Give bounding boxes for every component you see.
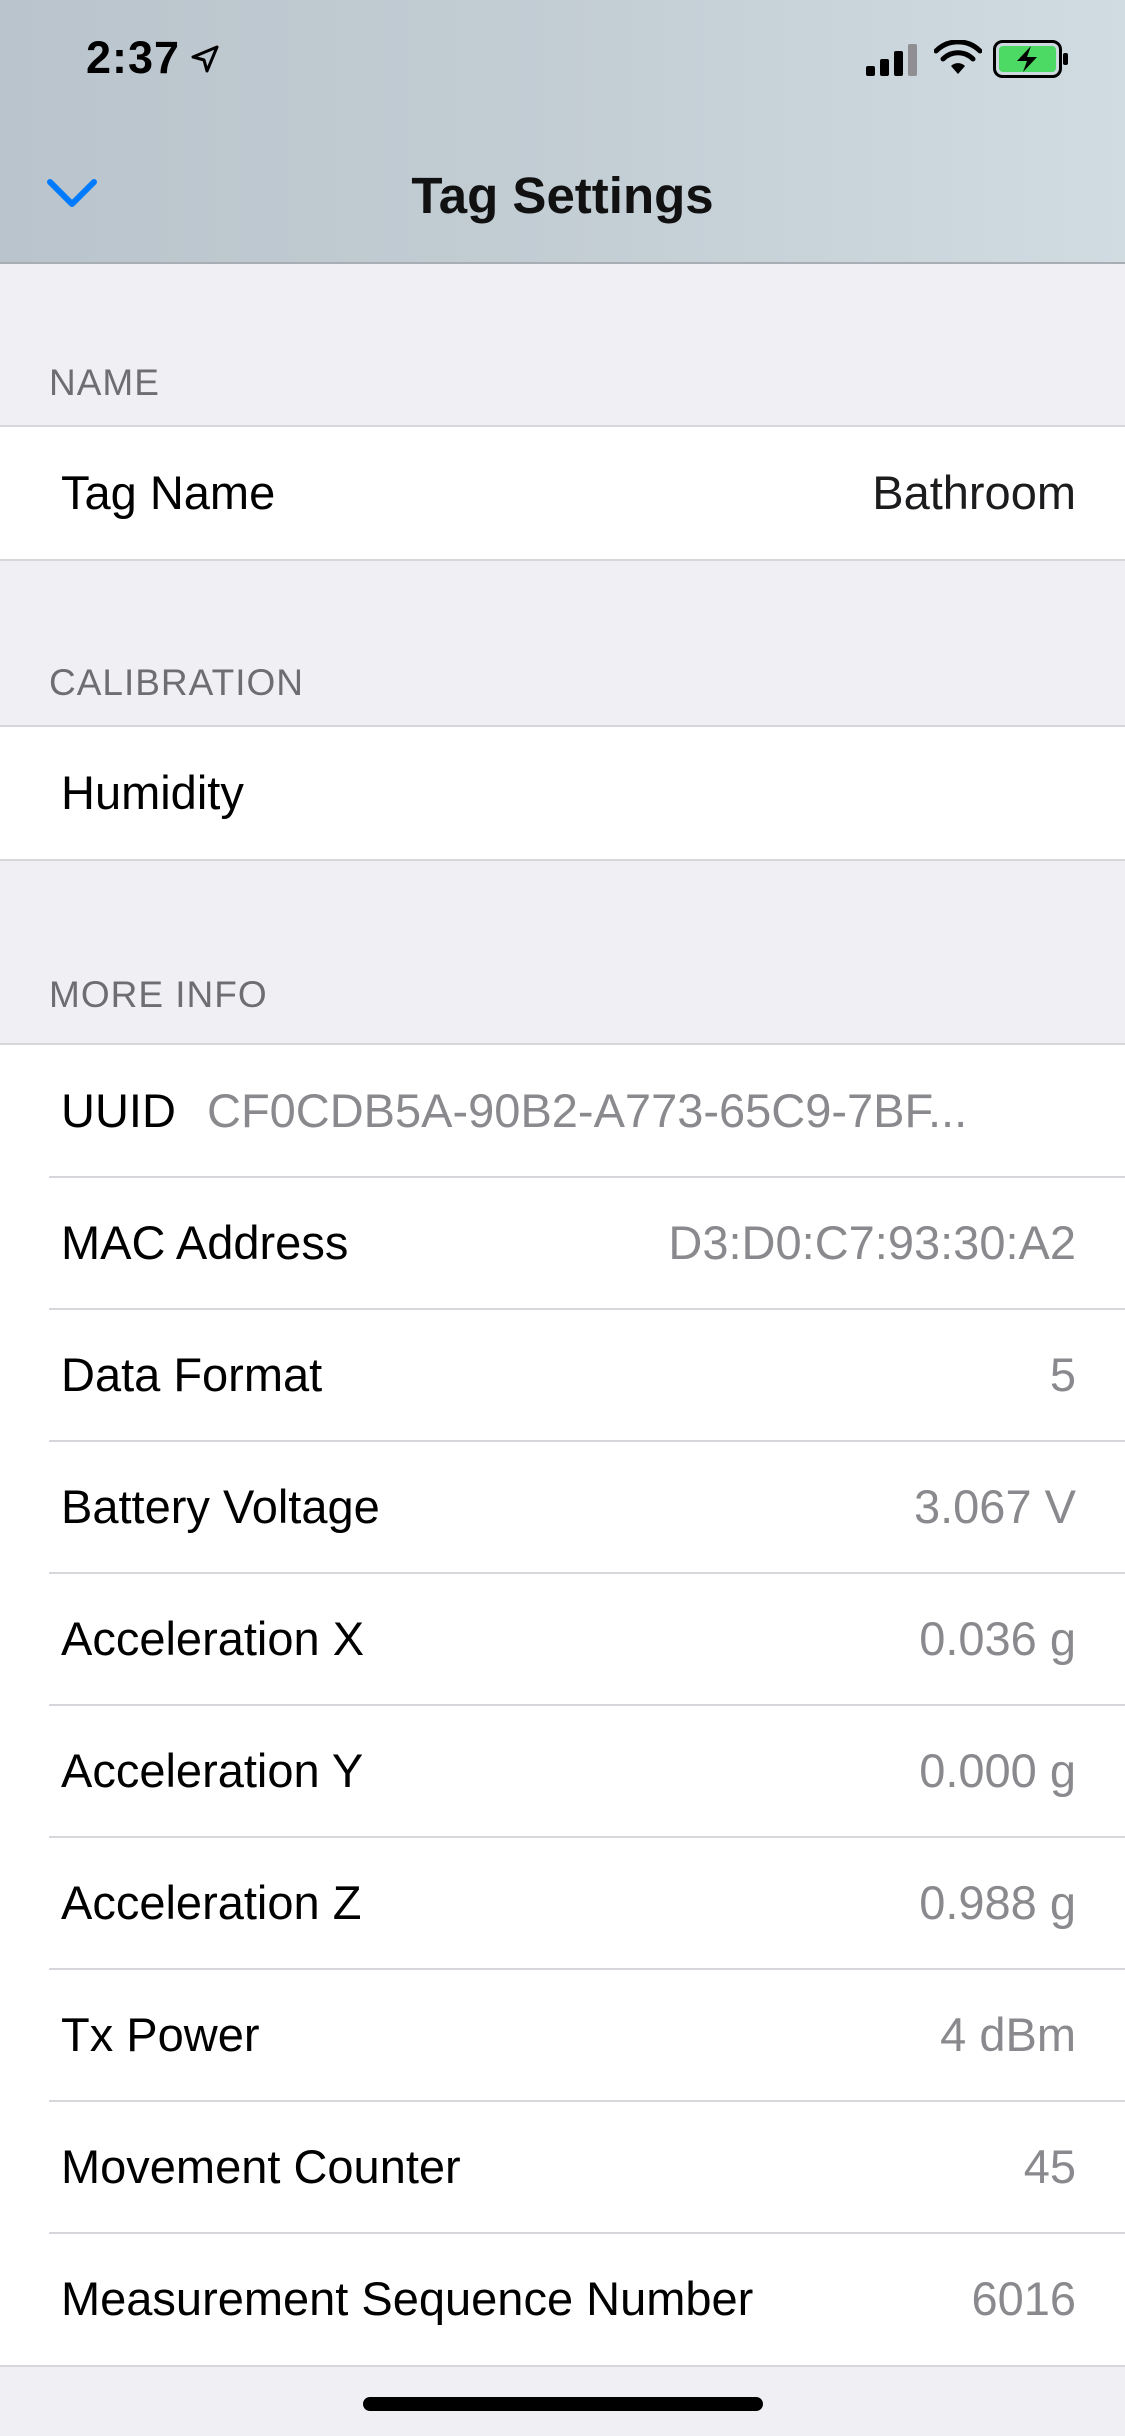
mac-address-value: D3:D0:C7:93:30:A2 xyxy=(668,1216,1076,1269)
movement-counter-row: Movement Counter 45 xyxy=(0,2100,1125,2233)
section-header-more-info: MORE INFO xyxy=(49,974,268,1015)
battery-charging-icon xyxy=(993,40,1068,78)
calibration-group: Humidity xyxy=(0,725,1125,861)
uuid-row: UUID CF0CDB5A-90B2-A773-65C9-7BF... xyxy=(0,1045,1125,1177)
movement-counter-value: 45 xyxy=(1023,2140,1076,2193)
uuid-value: CF0CDB5A-90B2-A773-65C9-7BF... xyxy=(207,1084,968,1137)
data-format-row: Data Format 5 xyxy=(0,1308,1125,1441)
row-label: Acceleration Z xyxy=(61,1876,362,1929)
row-label: Tag Name xyxy=(61,466,276,519)
acceleration-x-row: Acceleration X 0.036 g xyxy=(0,1572,1125,1705)
tag-name-value[interactable]: Bathroom xyxy=(872,427,1076,559)
row-label: Data Format xyxy=(61,1348,323,1401)
tx-power-row: Tx Power 4 dBm xyxy=(0,1968,1125,2101)
section-header-calibration: CALIBRATION xyxy=(49,662,304,703)
wifi-icon xyxy=(934,40,982,74)
row-label: Acceleration Y xyxy=(61,1744,364,1797)
row-label: Battery Voltage xyxy=(61,1480,380,1533)
home-indicator[interactable] xyxy=(363,2397,763,2411)
name-group: Tag Name Bathroom xyxy=(0,425,1125,561)
humidity-row[interactable]: Humidity xyxy=(0,727,1125,859)
row-label: Humidity xyxy=(61,766,244,819)
page-title: Tag Settings xyxy=(411,167,714,224)
battery-voltage-value: 3.067 V xyxy=(913,1480,1076,1533)
acceleration-y-value: 0.000 g xyxy=(919,1744,1076,1797)
measurement-sequence-number-row: Measurement Sequence Number 6016 xyxy=(0,2232,1125,2365)
tag-name-row[interactable]: Tag Name Bathroom xyxy=(0,427,1125,559)
acceleration-z-value: 0.988 g xyxy=(919,1876,1076,1929)
section-header-name: NAME xyxy=(49,362,160,403)
row-label: MAC Address xyxy=(61,1216,349,1269)
row-label: Tx Power xyxy=(61,2008,260,2061)
location-arrow-icon xyxy=(191,45,219,73)
cellular-signal-icon xyxy=(866,44,917,76)
acceleration-z-row: Acceleration Z 0.988 g xyxy=(0,1836,1125,1969)
mac-address-row: MAC Address D3:D0:C7:93:30:A2 xyxy=(0,1176,1125,1309)
navigation-bar: 2:37 Tag Settings xyxy=(0,0,1125,264)
status-time: 2:37 xyxy=(86,32,181,83)
data-format-value: 5 xyxy=(1049,1348,1076,1401)
row-label: Measurement Sequence Number xyxy=(61,2272,754,2325)
row-label: UUID xyxy=(61,1084,176,1137)
measurement-sequence-number-value: 6016 xyxy=(971,2272,1076,2325)
acceleration-y-row: Acceleration Y 0.000 g xyxy=(0,1704,1125,1837)
more-info-group: UUID CF0CDB5A-90B2-A773-65C9-7BF... MAC … xyxy=(0,1043,1125,2367)
row-label: Acceleration X xyxy=(61,1612,365,1665)
acceleration-x-value: 0.036 g xyxy=(919,1612,1076,1665)
tx-power-value: 4 dBm xyxy=(940,2008,1076,2061)
battery-voltage-row: Battery Voltage 3.067 V xyxy=(0,1440,1125,1573)
row-label: Movement Counter xyxy=(61,2140,461,2193)
